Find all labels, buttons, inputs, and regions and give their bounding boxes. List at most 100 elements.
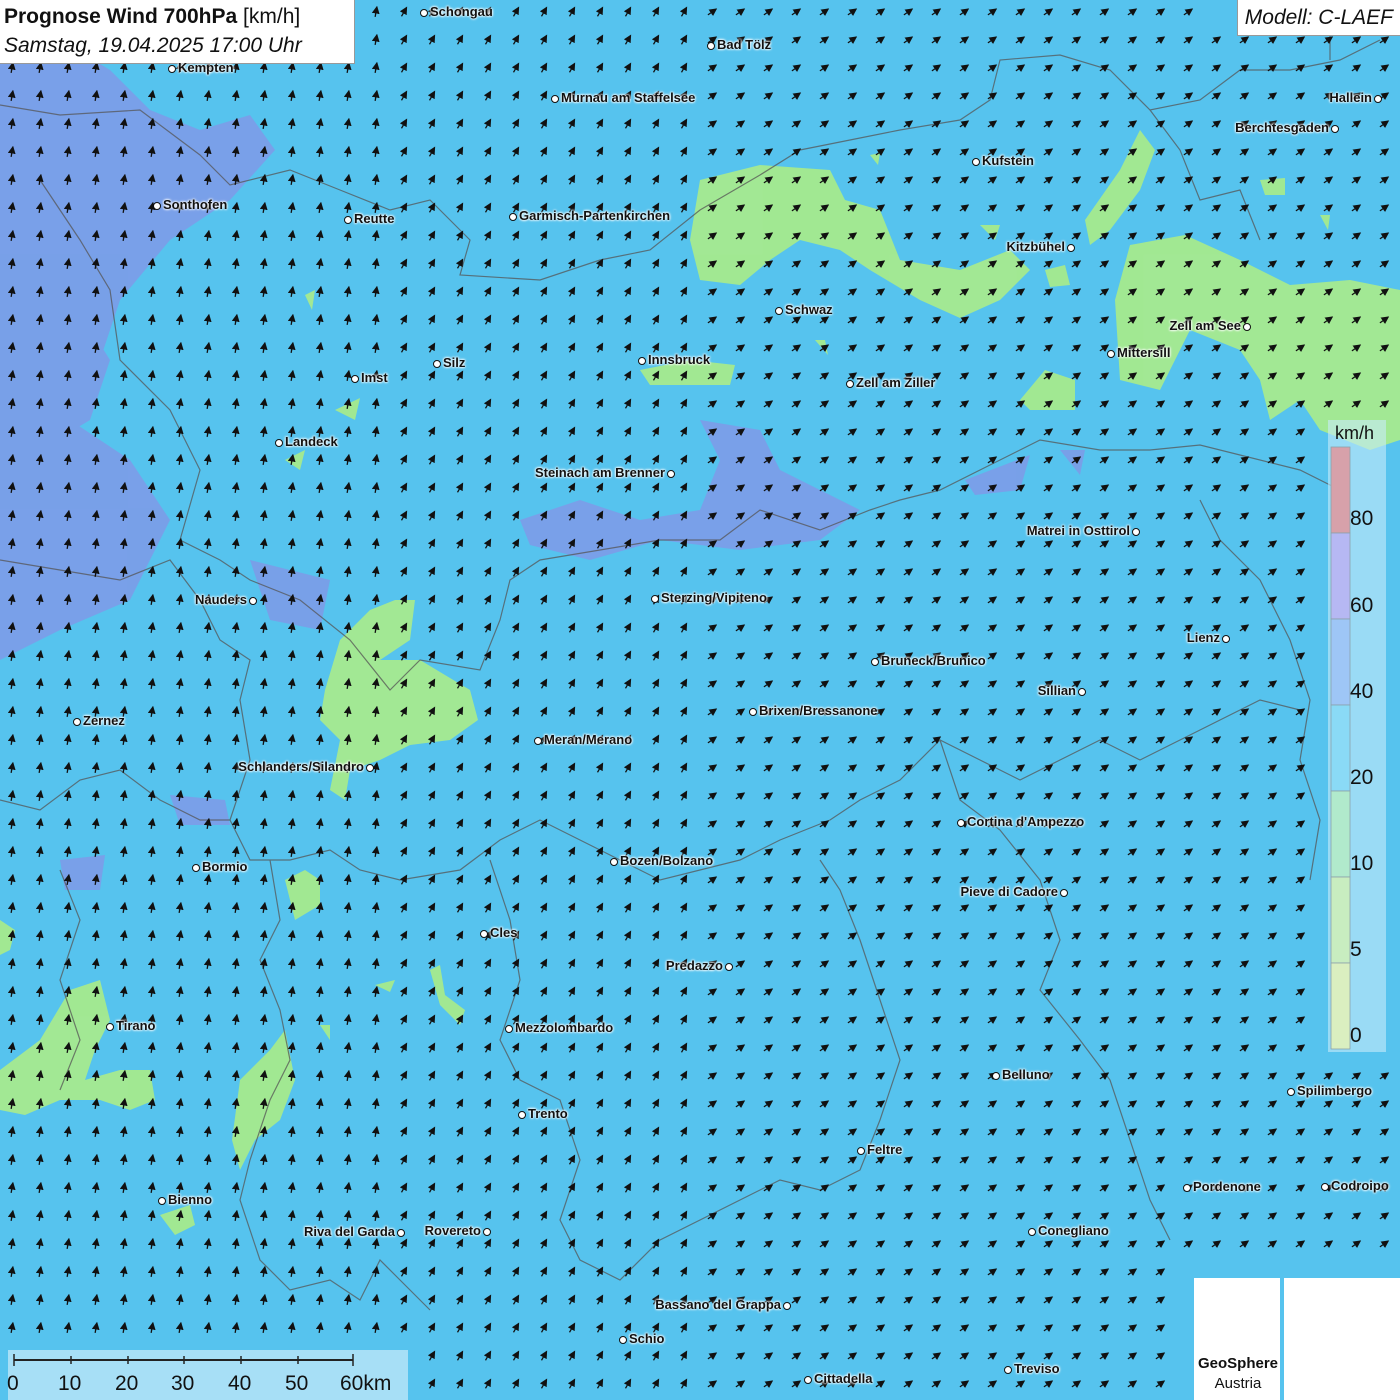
city-marker [551, 95, 559, 103]
city-marker [505, 1025, 513, 1033]
city-marker [106, 1023, 114, 1031]
city-label: Schio [629, 1331, 665, 1346]
city-label: Silz [443, 355, 466, 370]
city-label: Sterzing/Vipiteno [661, 590, 767, 605]
city-label: Codroipo [1331, 1178, 1389, 1193]
city-marker [638, 357, 646, 365]
scale-label: 20 [115, 1372, 139, 1395]
city-marker [158, 1197, 166, 1205]
city-marker [1067, 244, 1075, 252]
city-marker [168, 65, 176, 73]
city-label: Spilimbergo [1297, 1083, 1373, 1098]
city-label: Feltre [867, 1142, 903, 1157]
title-unit: [km/h] [243, 5, 301, 28]
city-label: Pieve di Cadore [960, 884, 1058, 899]
city-marker [351, 375, 359, 383]
city-marker [1004, 1366, 1012, 1374]
app-logo-box[interactable] [1284, 1278, 1400, 1400]
legend-label-60: 60 [1350, 594, 1374, 617]
scale-label: 10 [58, 1372, 82, 1395]
city-label: Zell am See [1169, 318, 1241, 333]
city-marker [1222, 635, 1230, 643]
city-label: Bassano del Grappa [655, 1297, 781, 1312]
legend-label-5: 5 [1350, 938, 1362, 961]
city-marker [651, 595, 659, 603]
city-marker [857, 1147, 865, 1155]
city-label: Zell am Ziller [856, 375, 936, 390]
city-label: Reutte [354, 211, 395, 226]
city-marker [480, 930, 488, 938]
city-marker [420, 9, 428, 17]
city-marker [804, 1376, 812, 1384]
city-marker [610, 858, 618, 866]
city-marker [192, 864, 200, 872]
city-marker [775, 307, 783, 315]
city-label: Lienz [1186, 630, 1220, 645]
city-label: Rovereto [424, 1223, 481, 1238]
city-marker [619, 1336, 627, 1344]
city-marker [1028, 1228, 1036, 1236]
forecast-datetime: Samstag, 19.04.2025 17:00 Uhr [4, 34, 302, 57]
city-label: Bormio [202, 859, 248, 874]
scale-label: 60km [340, 1372, 392, 1395]
city-marker [1321, 1183, 1329, 1191]
city-marker [366, 764, 374, 772]
city-marker [1331, 125, 1339, 133]
scale-label: 40 [228, 1372, 252, 1395]
city-marker [1060, 889, 1068, 897]
city-marker [509, 213, 517, 221]
logo-country: Austria [1214, 1375, 1262, 1392]
scale-label: 50 [285, 1372, 309, 1395]
legend-label-20: 20 [1350, 766, 1374, 789]
city-marker [957, 819, 965, 827]
city-label: Garmisch-Partenkirchen [519, 208, 671, 223]
city-marker [871, 658, 879, 666]
city-label: Cles [490, 925, 518, 940]
city-label: Meran/Merano [544, 732, 633, 747]
city-label: Imst [361, 370, 388, 385]
city-label: Tirano [116, 1018, 156, 1033]
city-label: Berchtesgaden [1235, 120, 1329, 135]
city-marker [783, 1302, 791, 1310]
city-marker [972, 158, 980, 166]
city-label: Riva del Garda [303, 1224, 395, 1239]
city-marker [249, 597, 257, 605]
city-marker [534, 737, 542, 745]
city-marker [1243, 323, 1251, 331]
city-label: Schlanders/Silandro [238, 759, 364, 774]
city-label: Conegliano [1038, 1223, 1109, 1238]
map-title: Prognose Wind 700hPa [km/h] [4, 5, 300, 29]
city-label: Bozen/Bolzano [620, 853, 714, 868]
city-marker [153, 202, 161, 210]
city-label: Brixen/Bressanone [759, 703, 878, 718]
city-label: Steinach am Brenner [534, 465, 665, 480]
title-main: Prognose Wind 700hPa [4, 5, 238, 28]
model-label: Modell: C-LAEF [1236, 0, 1400, 36]
city-label: Bienno [168, 1192, 213, 1207]
city-marker [1374, 95, 1382, 103]
city-marker [433, 360, 441, 368]
city-marker [275, 439, 283, 447]
city-label: Zernez [83, 713, 125, 728]
city-marker [1132, 528, 1140, 536]
city-label: Mezzolombardo [515, 1020, 614, 1035]
city-label: Kempten [178, 60, 234, 75]
city-label: Landeck [285, 434, 338, 449]
city-label: Innsbruck [648, 352, 711, 367]
city-label: Hallein [1329, 90, 1372, 105]
logo-name: GeoSphere [1197, 1355, 1279, 1372]
city-label: Sonthofen [163, 197, 228, 212]
city-label: Belluno [1002, 1067, 1050, 1082]
scale-label: 0 [7, 1372, 19, 1395]
legend-label-10: 10 [1350, 852, 1374, 875]
legend-label-40: 40 [1350, 680, 1374, 703]
title-panel: Prognose Wind 700hPa [km/h] Samstag, 19.… [0, 0, 355, 64]
city-label: Bruneck/Brunico [881, 653, 986, 668]
legend-label-0: 0 [1350, 1024, 1362, 1047]
city-label: Nauders [194, 592, 247, 607]
city-label: Kitzbühel [1006, 239, 1066, 254]
city-marker [73, 718, 81, 726]
city-marker [667, 470, 675, 478]
city-marker [518, 1111, 526, 1119]
city-marker [1287, 1088, 1295, 1096]
